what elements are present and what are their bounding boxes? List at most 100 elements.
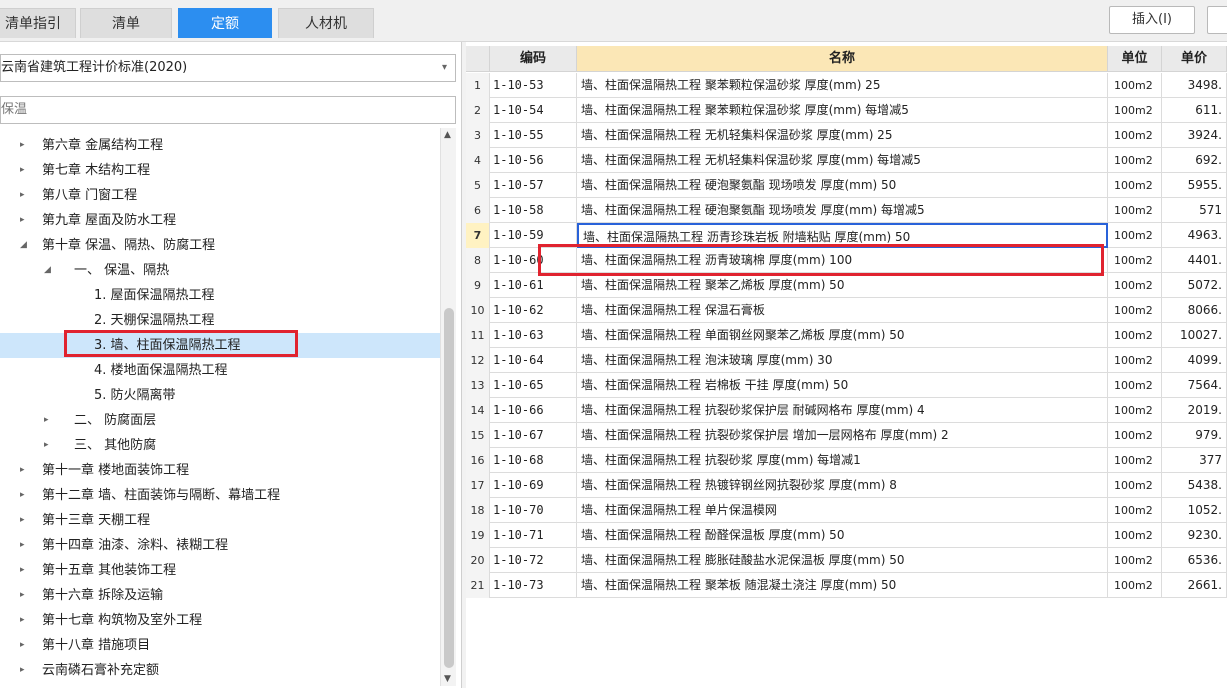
table-row[interactable]: 2 1-10-54 墙、柱面保温隔热工程 聚苯颗粒保温砂浆 厚度(mm) 每增减5 1… <box>466 98 1227 123</box>
cell-code[interactable]: 1-10-54 <box>490 98 577 123</box>
cell-unit[interactable]: 100m2 <box>1108 473 1162 498</box>
table-row[interactable]: 18 1-10-70 墙、柱面保温隔热工程 单片保温模网 100m2 1052. <box>466 498 1227 523</box>
cell-name[interactable]: 墙、柱面保温隔热工程 聚苯乙烯板 厚度(mm) 50 <box>577 273 1108 298</box>
table-row[interactable]: 12 1-10-64 墙、柱面保温隔热工程 泡沫玻璃 厚度(mm) 30 100m2 4… <box>466 348 1227 373</box>
tree-item[interactable]: 5. 防火隔离带 <box>0 383 440 408</box>
collapse-arrow-icon[interactable]: ▸ <box>20 158 25 183</box>
toolbar-extra-button[interactable] <box>1207 6 1227 34</box>
tree-item[interactable]: ▸ 第十四章 油漆、涂料、裱糊工程 <box>0 533 440 558</box>
cell-code[interactable]: 1-10-65 <box>490 373 577 398</box>
row-index[interactable]: 10 <box>466 298 490 323</box>
table-row[interactable]: 11 1-10-63 墙、柱面保温隔热工程 单面钢丝网聚苯乙烯板 厚度(mm) 50… <box>466 323 1227 348</box>
table-row[interactable]: 9 1-10-61 墙、柱面保温隔热工程 聚苯乙烯板 厚度(mm) 50 100m2 5… <box>466 273 1227 298</box>
tree-item[interactable]: ▸ 第十二章 墙、柱面装饰与隔断、幕墙工程 <box>0 483 440 508</box>
collapse-arrow-icon[interactable]: ▸ <box>20 633 25 658</box>
collapse-arrow-icon[interactable]: ▸ <box>20 608 25 633</box>
cell-name[interactable]: 墙、柱面保温隔热工程 泡沫玻璃 厚度(mm) 30 <box>577 348 1108 373</box>
cell-price[interactable]: 7564. <box>1162 373 1227 398</box>
row-index[interactable]: 4 <box>466 148 490 173</box>
cell-unit[interactable]: 100m2 <box>1108 548 1162 573</box>
cell-unit[interactable]: 100m2 <box>1108 423 1162 448</box>
table-row[interactable]: 19 1-10-71 墙、柱面保温隔热工程 酚醛保温板 厚度(mm) 50 100m2… <box>466 523 1227 548</box>
collapse-arrow-icon[interactable]: ▸ <box>20 558 25 583</box>
standard-select[interactable]: 云南省建筑工程计价标准(2020) ▾ <box>0 54 456 82</box>
cell-price[interactable]: 4401. <box>1162 248 1227 273</box>
cell-unit[interactable]: 100m2 <box>1108 148 1162 173</box>
cell-unit[interactable]: 100m2 <box>1108 173 1162 198</box>
cell-name[interactable]: 墙、柱面保温隔热工程 热镀锌钢丝网抗裂砂浆 厚度(mm) 8 <box>577 473 1108 498</box>
table-row[interactable]: 20 1-10-72 墙、柱面保温隔热工程 膨胀硅酸盐水泥保温板 厚度(mm) 50… <box>466 548 1227 573</box>
cell-price[interactable]: 377 <box>1162 448 1227 473</box>
row-index[interactable]: 21 <box>466 573 490 598</box>
cell-name[interactable]: 墙、柱面保温隔热工程 聚苯颗粒保温砂浆 厚度(mm) 每增减5 <box>577 98 1108 123</box>
expand-arrow-icon[interactable]: ◢ <box>20 233 27 258</box>
header-price[interactable]: 单价 <box>1162 46 1227 72</box>
cell-name[interactable]: 墙、柱面保温隔热工程 保温石膏板 <box>577 298 1108 323</box>
table-row[interactable]: 3 1-10-55 墙、柱面保温隔热工程 无机轻集料保温砂浆 厚度(mm) 25 10… <box>466 123 1227 148</box>
cell-price[interactable]: 2019. <box>1162 398 1227 423</box>
collapse-arrow-icon[interactable]: ▸ <box>20 483 25 508</box>
cell-name[interactable]: 墙、柱面保温隔热工程 单面钢丝网聚苯乙烯板 厚度(mm) 50 <box>577 323 1108 348</box>
row-index[interactable]: 6 <box>466 198 490 223</box>
cell-price[interactable]: 6536. <box>1162 548 1227 573</box>
cell-unit[interactable]: 100m2 <box>1108 98 1162 123</box>
tree-item[interactable]: ▸ 云南磷石膏补充定额 <box>0 658 440 683</box>
expand-arrow-icon[interactable]: ◢ <box>44 258 51 283</box>
cell-code[interactable]: 1-10-58 <box>490 198 577 223</box>
tree-item[interactable]: ▸ 第十三章 天棚工程 <box>0 508 440 533</box>
header-unit[interactable]: 单位 <box>1108 46 1162 72</box>
row-index[interactable]: 14 <box>466 398 490 423</box>
table-row[interactable]: 17 1-10-69 墙、柱面保温隔热工程 热镀锌钢丝网抗裂砂浆 厚度(mm) 81… <box>466 473 1227 498</box>
cell-unit[interactable]: 100m2 <box>1108 323 1162 348</box>
table-row[interactable]: 4 1-10-56 墙、柱面保温隔热工程 无机轻集料保温砂浆 厚度(mm) 每增减5… <box>466 148 1227 173</box>
scroll-down-icon[interactable]: ▼ <box>444 674 451 684</box>
cell-price[interactable]: 9230. <box>1162 523 1227 548</box>
cell-price[interactable]: 3498. <box>1162 73 1227 98</box>
row-index[interactable]: 5 <box>466 173 490 198</box>
cell-unit[interactable]: 100m2 <box>1108 573 1162 598</box>
tab-list-guide[interactable]: 清单指引 <box>0 8 76 38</box>
row-index[interactable]: 9 <box>466 273 490 298</box>
cell-unit[interactable]: 100m2 <box>1108 348 1162 373</box>
tree-item[interactable]: 1. 屋面保温隔热工程 <box>0 283 440 308</box>
tree-scrollbar[interactable]: ▲ ▼ <box>440 128 456 686</box>
tree-item[interactable]: ▸ 第十七章 构筑物及室外工程 <box>0 608 440 633</box>
cell-unit[interactable]: 100m2 <box>1108 398 1162 423</box>
row-index[interactable]: 3 <box>466 123 490 148</box>
cell-price[interactable]: 611. <box>1162 98 1227 123</box>
tree-item[interactable]: ▸ 第十六章 拆除及运输 <box>0 583 440 608</box>
collapse-arrow-icon[interactable]: ▸ <box>44 408 49 433</box>
cell-name[interactable]: 墙、柱面保温隔热工程 单片保温模网 <box>577 498 1108 523</box>
cell-price[interactable]: 2661. <box>1162 573 1227 598</box>
scroll-up-icon[interactable]: ▲ <box>444 130 451 140</box>
tree-item[interactable]: ▸ 二、 防腐面层 <box>0 408 440 433</box>
cell-code[interactable]: 1-10-57 <box>490 173 577 198</box>
cell-price[interactable]: 979. <box>1162 423 1227 448</box>
cell-name[interactable]: 墙、柱面保温隔热工程 聚苯板 随混凝土浇注 厚度(mm) 50 <box>577 573 1108 598</box>
cell-name[interactable]: 墙、柱面保温隔热工程 无机轻集料保温砂浆 厚度(mm) 25 <box>577 123 1108 148</box>
row-index[interactable]: 11 <box>466 323 490 348</box>
cell-price[interactable]: 5955. <box>1162 173 1227 198</box>
cell-unit[interactable]: 100m2 <box>1108 198 1162 223</box>
cell-code[interactable]: 1-10-61 <box>490 273 577 298</box>
tree-item[interactable]: ◢ 第十章 保温、隔热、防腐工程 <box>0 233 440 258</box>
tree-item[interactable]: ▸ 第十一章 楼地面装饰工程 <box>0 458 440 483</box>
cell-price[interactable]: 4963. <box>1162 223 1227 248</box>
collapse-arrow-icon[interactable]: ▸ <box>20 208 25 233</box>
cell-unit[interactable]: 100m2 <box>1108 273 1162 298</box>
tree-item[interactable]: ▸ 第八章 门窗工程 <box>0 183 440 208</box>
cell-code[interactable]: 1-10-56 <box>490 148 577 173</box>
table-row[interactable]: 15 1-10-67 墙、柱面保温隔热工程 抗裂砂浆保护层 增加一层网格布 厚度(m… <box>466 423 1227 448</box>
cell-name[interactable]: 墙、柱面保温隔热工程 酚醛保温板 厚度(mm) 50 <box>577 523 1108 548</box>
cell-name[interactable]: 墙、柱面保温隔热工程 聚苯颗粒保温砂浆 厚度(mm) 25 <box>577 73 1108 98</box>
cell-name[interactable]: 墙、柱面保温隔热工程 硬泡聚氨酯 现场喷发 厚度(mm) 每增减5 <box>577 198 1108 223</box>
tab-labor-material-machine[interactable]: 人材机 <box>278 8 374 38</box>
cell-unit[interactable]: 100m2 <box>1108 298 1162 323</box>
cell-price[interactable]: 5438. <box>1162 473 1227 498</box>
cell-price[interactable]: 5072. <box>1162 273 1227 298</box>
cell-name[interactable]: 墙、柱面保温隔热工程 抗裂砂浆保护层 耐碱网格布 厚度(mm) 4 <box>577 398 1108 423</box>
cell-code[interactable]: 1-10-55 <box>490 123 577 148</box>
cell-code[interactable]: 1-10-63 <box>490 323 577 348</box>
table-row[interactable]: 21 1-10-73 墙、柱面保温隔热工程 聚苯板 随混凝土浇注 厚度(mm) 50… <box>466 573 1227 598</box>
scrollbar-thumb[interactable] <box>444 308 454 668</box>
